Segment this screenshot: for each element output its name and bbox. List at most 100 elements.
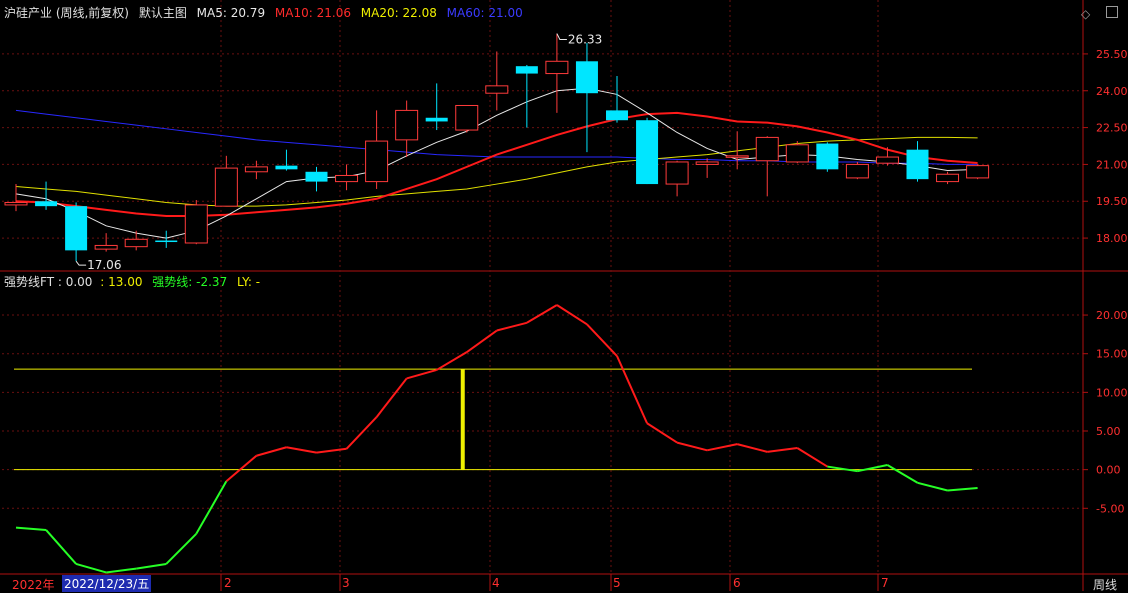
candle-body: [365, 140, 389, 183]
candle-body: [755, 136, 779, 162]
strength-line-segment: [466, 329, 498, 353]
y-tick-label: -5.00: [1096, 502, 1124, 515]
indicator-header: 强势线FT : 0.00 : 13.00 强势线: -2.37 LY: -: [4, 275, 266, 289]
chart-canvas: 25.5024.0022.5021.0019.5018.0020.0015.00…: [0, 0, 1128, 591]
candle-body: [425, 117, 448, 122]
candle-body: [35, 201, 58, 207]
annotation-pointer: [75, 260, 87, 266]
candle-body: [606, 110, 628, 121]
strength-line-segment: [857, 464, 888, 473]
strength-line-segment: [75, 562, 107, 574]
candle-body: [785, 144, 809, 163]
candle-body: [65, 206, 88, 251]
strength-line-segment: [917, 481, 948, 492]
month-label: 3: [342, 576, 350, 590]
month-label: 7: [881, 576, 889, 590]
strength-line-segment: [496, 321, 528, 332]
candle-body: [124, 238, 148, 248]
candle-body: [936, 173, 960, 183]
strength-line-segment: [345, 416, 378, 450]
ma60-label: MA60: 21.00: [446, 6, 523, 20]
strength-line-segment: [736, 443, 768, 453]
y-tick-label: 15.00: [1096, 348, 1128, 361]
cursor-date: 2022/12/23/五: [62, 575, 152, 592]
strength-line-segment: [586, 323, 618, 357]
candle-body: [275, 165, 298, 170]
strength-line-segment: [886, 464, 919, 484]
strength-line-segment: [316, 447, 347, 454]
y-tick-label: 22.50: [1096, 122, 1128, 135]
y-tick-label: 5.00: [1096, 425, 1121, 438]
strength-line-segment: [106, 567, 137, 574]
chart-selector[interactable]: 默认主图: [139, 6, 187, 20]
strength-line-segment: [676, 441, 708, 452]
strength-line-segment: [706, 443, 738, 452]
candle-body: [515, 66, 538, 74]
candle-body: [305, 171, 328, 182]
strength-line-segment: [526, 304, 558, 324]
ma10-label: MA10: 21.06: [274, 6, 351, 20]
candle-body: [845, 163, 869, 179]
month-label: 4: [492, 576, 500, 590]
strength-line-segment: [286, 446, 317, 454]
y-tick-label: 21.00: [1096, 158, 1128, 171]
strength-line-segment: [406, 368, 437, 380]
candle-body: [725, 155, 749, 158]
month-label: 5: [613, 576, 621, 590]
candle-body: [695, 161, 719, 165]
month-label: 6: [733, 576, 741, 590]
strength-line-segment: [616, 355, 648, 424]
candle-body: [636, 120, 659, 185]
ref-value-label: : 13.00: [100, 275, 143, 289]
ma5-label: MA5: 20.79: [196, 6, 266, 20]
main-chart-header: 沪硅产业 (周线,前复权) 默认主图 MA5: 20.79 MA10: 21.0…: [4, 6, 529, 20]
annotation-pointer: [556, 33, 567, 41]
diamond-icon[interactable]: ◇: [1081, 7, 1090, 21]
year-label: 2022年: [12, 578, 55, 592]
strength-line-segment: [436, 351, 468, 371]
window-icon[interactable]: [1100, 6, 1118, 21]
candle-body: [966, 165, 990, 179]
strength-line-segment: [195, 480, 228, 535]
y-tick-label: 24.00: [1096, 85, 1128, 98]
strength-line-segment: [136, 562, 167, 570]
candle-body: [214, 167, 238, 207]
ly-label: LY: -: [237, 275, 261, 289]
candle-body: [875, 156, 899, 164]
candle-body: [4, 201, 28, 206]
strength-line-segment: [45, 529, 77, 565]
low-price-label: 17.06: [87, 258, 121, 272]
strength-line-segment: [947, 486, 978, 492]
y-tick-label: 0.00: [1096, 464, 1121, 477]
month-label: 2: [224, 576, 232, 590]
period-label[interactable]: 周线: [1093, 576, 1117, 593]
ma20-label: MA20: 22.08: [360, 6, 437, 20]
candle-body: [335, 174, 359, 183]
strength-line-segment: [375, 377, 408, 418]
candle-body: [665, 161, 689, 185]
high-price-label: 26.33: [568, 33, 602, 47]
candle-body: [244, 166, 268, 173]
candle-body: [455, 104, 479, 131]
candle-body: [94, 244, 118, 250]
strength-line-segment: [256, 446, 287, 457]
date-bar: 2022年 2022/12/23/五 2 3 4 5 6 7 周线: [0, 574, 1128, 593]
y-tick-label: 18.00: [1096, 232, 1128, 245]
candle-body: [395, 109, 419, 141]
candle-body: [906, 149, 929, 180]
candle-body: [816, 143, 839, 170]
corner-icons: ◇: [1075, 6, 1118, 21]
ft-label: 强势线FT : 0.00: [4, 275, 93, 289]
strength-line-label: 强势线: -2.37: [152, 275, 228, 289]
strength-line-segment: [15, 526, 47, 531]
y-tick-label: 25.50: [1096, 48, 1128, 61]
stock-title: 沪硅产业 (周线,前复权): [4, 6, 129, 20]
candle-body: [575, 61, 598, 94]
strength-line-segment: [225, 454, 258, 483]
y-tick-label: 10.00: [1096, 386, 1128, 399]
strength-line-segment: [827, 465, 858, 473]
strength-line-segment: [646, 422, 678, 444]
strength-line-segment: [165, 533, 198, 565]
candle-body: [155, 240, 178, 243]
candle-body: [485, 85, 509, 94]
